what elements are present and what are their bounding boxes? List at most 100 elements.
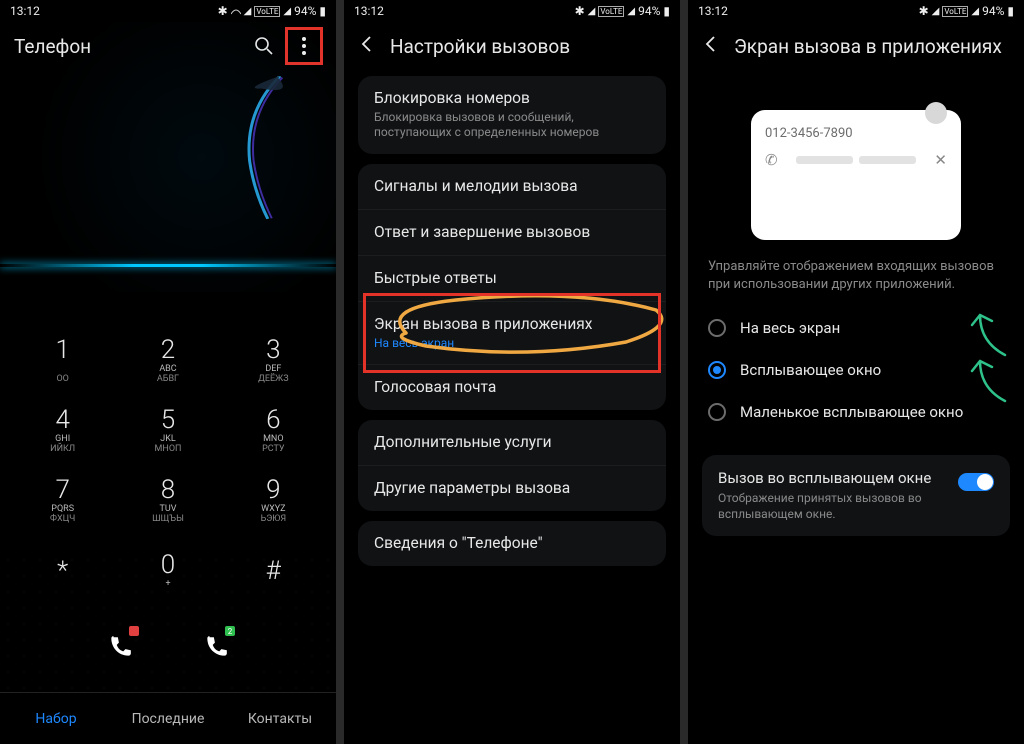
item-title: Блокировка номеров xyxy=(374,89,650,107)
radio-mini-popup[interactable]: Маленькое всплывающее окно xyxy=(696,391,1016,433)
radio-fullscreen[interactable]: На весь экран xyxy=(696,307,1016,349)
call-buttons-row: 2 xyxy=(0,624,336,670)
key-2[interactable]: 2ABCАБВГ xyxy=(115,326,220,396)
tab-contacts[interactable]: Контакты xyxy=(224,693,336,744)
battery-icon: ▮ xyxy=(319,4,326,18)
key-#[interactable]: # xyxy=(221,536,326,606)
signal-icon-2: ◢ xyxy=(283,6,291,17)
screenshot-2-call-settings: 13:12 ✱ ◢ VoLTE ◢ 94% ▮ Настройки вызово… xyxy=(344,0,680,744)
radio-label: Маленькое всплывающее окно xyxy=(740,403,963,421)
item-about-phone[interactable]: Сведения о "Телефоне" xyxy=(358,521,666,566)
signal-icon-2: ◢ xyxy=(971,6,979,17)
volte-icon: VoLTE xyxy=(254,6,280,17)
call-sim2-button[interactable]: 2 xyxy=(193,624,239,670)
toggle-switch-on[interactable] xyxy=(958,473,994,491)
sim-badge xyxy=(129,626,139,636)
page-header: Экран вызова в приложениях xyxy=(688,22,1024,70)
item-quick-replies[interactable]: Быстрые ответы xyxy=(358,256,666,302)
radio-label: Всплывающее окно xyxy=(740,361,881,379)
screenshot-1-dialer: 13:12 ✱ ◢ VoLTE ◢ 94% ▮ Телефон 1 ОО2ABC… xyxy=(0,0,336,744)
chevron-left-icon xyxy=(358,35,376,53)
clock: 13:12 xyxy=(698,4,728,18)
bluetooth-icon: ✱ xyxy=(218,4,228,18)
phone-answer-icon: ✆ xyxy=(765,151,778,169)
key-4[interactable]: 4GHIИЙКЛ xyxy=(10,396,115,466)
key-0[interactable]: 0+ xyxy=(115,536,220,606)
dialpad: 1 ОО2ABCАБВГ3DEFДЕЁЖЗ 4GHIИЙКЛ5JKLМНОП6MN… xyxy=(0,326,336,606)
key-6[interactable]: 6MNOРСТУ xyxy=(221,396,326,466)
item-subtitle: Блокировка вызовов и сообщений, поступаю… xyxy=(374,110,650,140)
status-bar: 13:12 ✱ ◢ VoLTE ◢ 94% ▮ xyxy=(688,0,1024,22)
screenshot-3-call-display-settings: 13:12 ✱ ◢ VoLTE ◢ 94% ▮ Экран вызова в п… xyxy=(688,0,1024,744)
item-other-settings[interactable]: Другие параметры вызова xyxy=(358,466,666,511)
toggle-title: Вызов во всплывающем окне xyxy=(718,469,946,487)
battery-percent: 94% xyxy=(294,4,316,18)
settings-group-1: Сигналы и мелодии вызова Ответ и заверше… xyxy=(358,164,666,410)
item-block-numbers[interactable]: Блокировка номеров Блокировка вызовов и … xyxy=(358,76,666,154)
key-*[interactable]: * xyxy=(10,536,115,606)
key-5[interactable]: 5JKLМНОП xyxy=(115,396,220,466)
back-button[interactable] xyxy=(702,34,722,58)
description-text: Управляйте отображением входящих вызовов… xyxy=(688,258,1024,293)
item-voicemail[interactable]: Голосовая почта xyxy=(358,365,666,410)
call-sim1-button[interactable] xyxy=(97,624,143,670)
volte-icon: VoLTE xyxy=(598,6,624,17)
item-answer-end[interactable]: Ответ и завершение вызовов xyxy=(358,210,666,256)
radio-icon-selected xyxy=(708,361,726,379)
back-button[interactable] xyxy=(358,34,378,58)
radio-group: На весь экран Всплывающее окно Маленькое… xyxy=(688,307,1024,433)
key-1[interactable]: 1 ОО xyxy=(10,326,115,396)
settings-group-2: Дополнительные услуги Другие параметры в… xyxy=(358,420,666,511)
item-supplementary[interactable]: Дополнительные услуги xyxy=(358,420,666,466)
item-call-display[interactable]: Экран вызова в приложениях На весь экран xyxy=(358,302,666,365)
page-header: Настройки вызовов xyxy=(344,22,680,70)
status-bar: 13:12 ✱ ◢ VoLTE ◢ 94% ▮ xyxy=(0,0,336,22)
bluetooth-icon: ✱ xyxy=(919,4,929,18)
page-title: Экран вызова в приложениях xyxy=(734,35,1010,58)
wallpaper xyxy=(0,22,336,292)
item-title: Экран вызова в приложениях xyxy=(374,315,650,333)
item-title: Сведения о "Телефоне" xyxy=(374,534,650,552)
battery-percent: 94% xyxy=(982,4,1004,18)
signal-icon: ◢ xyxy=(244,6,252,17)
wallpaper-graphic xyxy=(231,75,310,222)
sim-badge: 2 xyxy=(225,626,235,636)
key-8[interactable]: 8TUVШЩЪЫ xyxy=(115,466,220,536)
avatar-icon xyxy=(925,102,947,124)
toggle-subtitle: Отображение принятых вызовов во всплываю… xyxy=(718,491,946,522)
radio-icon xyxy=(708,403,726,421)
radio-popup[interactable]: Всплывающее окно xyxy=(696,349,1016,391)
settings-list: Блокировка номеров Блокировка вызовов и … xyxy=(344,70,680,580)
bottom-tabs: Набор Последние Контакты xyxy=(0,692,336,744)
radio-label: На весь экран xyxy=(740,319,840,337)
wifi-icon xyxy=(231,6,241,16)
signal-icon: ◢ xyxy=(588,6,596,17)
clock: 13:12 xyxy=(10,4,40,18)
bluetooth-icon: ✱ xyxy=(575,4,585,18)
phone-icon xyxy=(107,634,133,660)
volte-icon: VoLTE xyxy=(942,6,968,17)
key-7[interactable]: 7PQRSФХЦЧ xyxy=(10,466,115,536)
tab-recent[interactable]: Последние xyxy=(112,693,224,744)
key-3[interactable]: 3DEFДЕЁЖЗ xyxy=(221,326,326,396)
phone-icon xyxy=(203,634,229,660)
radio-icon xyxy=(708,319,726,337)
item-ringtones[interactable]: Сигналы и мелодии вызова xyxy=(358,164,666,210)
phone-decline-icon: ✕ xyxy=(934,151,947,169)
battery-icon: ▮ xyxy=(663,4,670,18)
signal-icon-2: ◢ xyxy=(627,6,635,17)
page-title: Настройки вызовов xyxy=(390,35,666,58)
battery-icon: ▮ xyxy=(1007,4,1014,18)
highlight-box xyxy=(366,296,658,370)
preview-phone-number: 012-3456-7890 xyxy=(765,126,853,141)
tab-dialer[interactable]: Набор xyxy=(0,693,112,744)
call-popup-preview: 012-3456-7890 ✆ ✕ xyxy=(751,110,961,240)
clock: 13:12 xyxy=(354,4,384,18)
status-bar: 13:12 ✱ ◢ VoLTE ◢ 94% ▮ xyxy=(344,0,680,22)
battery-percent: 94% xyxy=(638,4,660,18)
chevron-left-icon xyxy=(702,35,720,53)
key-9[interactable]: 9WXYZЬЭЮЯ xyxy=(221,466,326,536)
item-value: На весь экран xyxy=(374,336,650,350)
popup-call-toggle-card[interactable]: Вызов во всплывающем окне Отображение пр… xyxy=(702,455,1010,536)
signal-icon: ◢ xyxy=(932,6,940,17)
